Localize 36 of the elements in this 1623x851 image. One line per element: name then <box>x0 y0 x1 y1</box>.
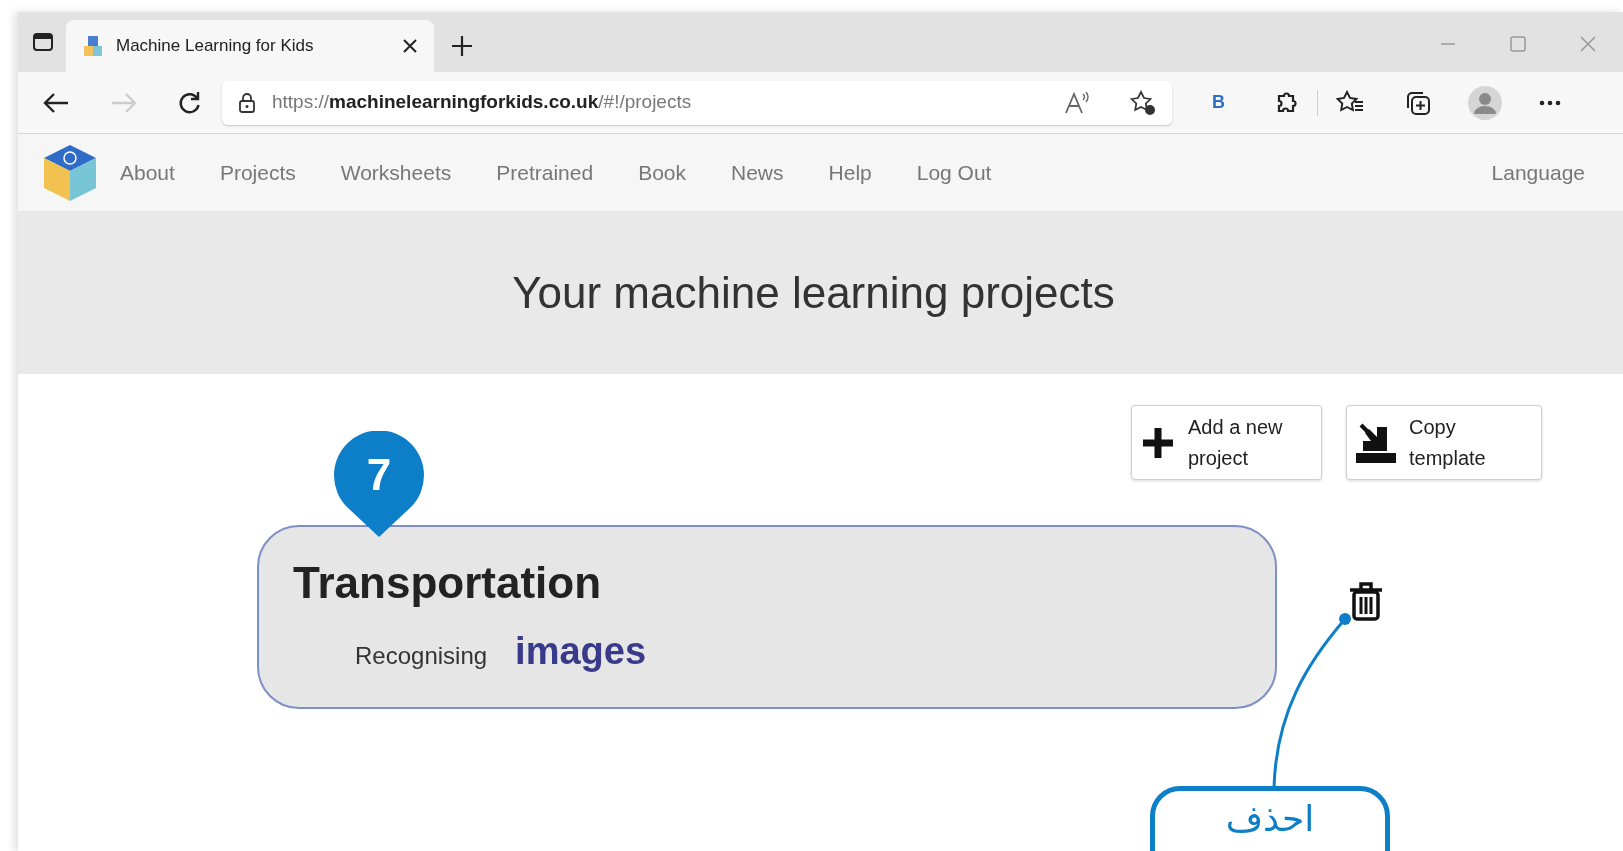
nav-link[interactable]: Help <box>828 156 872 189</box>
copy-template-button[interactable]: Copy template <box>1346 405 1542 480</box>
extension-icon[interactable]: B <box>1212 89 1225 116</box>
cube-logo-icon[interactable] <box>42 142 98 203</box>
trash-icon[interactable] <box>1347 580 1385 622</box>
back-icon[interactable] <box>42 90 70 115</box>
add-project-button[interactable]: Add a new project <box>1131 405 1322 480</box>
nav-link[interactable]: News <box>731 156 784 189</box>
tab-title: Machine Learning for Kids <box>116 35 315 58</box>
url-text: https://machinelearningforkids.co.uk/#!/projects <box>272 90 693 115</box>
close-tab-icon[interactable] <box>402 38 418 54</box>
nav-link[interactable]: Log Out <box>916 156 992 189</box>
project-type: images <box>515 629 647 674</box>
project-title: Transportation <box>293 557 603 609</box>
nav-link[interactable]: Projects <box>219 156 296 189</box>
language-link[interactable]: Language <box>1491 156 1585 189</box>
profile-avatar-icon[interactable] <box>1468 85 1502 120</box>
site-logo-icon <box>82 34 104 58</box>
project-type-label: Recognising <box>355 641 488 671</box>
nav-link[interactable]: Pretrained <box>496 156 594 189</box>
nav-link[interactable]: Book <box>638 156 686 189</box>
new-tab-icon[interactable] <box>450 34 474 58</box>
tab-actions-icon[interactable] <box>32 32 54 52</box>
lock-icon <box>238 91 256 114</box>
read-aloud-icon[interactable] <box>1064 90 1090 115</box>
reload-icon[interactable] <box>176 89 202 116</box>
address-bar[interactable]: https://machinelearningforkids.co.uk/#!/projects <box>222 80 1172 125</box>
callout-text: احذف <box>1225 799 1315 841</box>
more-menu-icon[interactable] <box>1538 98 1562 107</box>
favorite-add-icon[interactable] <box>1130 89 1156 116</box>
step-number-marker: 7 <box>333 431 425 539</box>
browser-tab[interactable]: Machine Learning for Kids <box>66 20 434 72</box>
nav-link[interactable]: About <box>120 156 175 189</box>
page-heading: Your machine learning projects <box>512 267 1116 319</box>
project-card[interactable]: Transportation Recognising images <box>257 525 1277 709</box>
nav-link[interactable]: Worksheets <box>340 156 452 189</box>
